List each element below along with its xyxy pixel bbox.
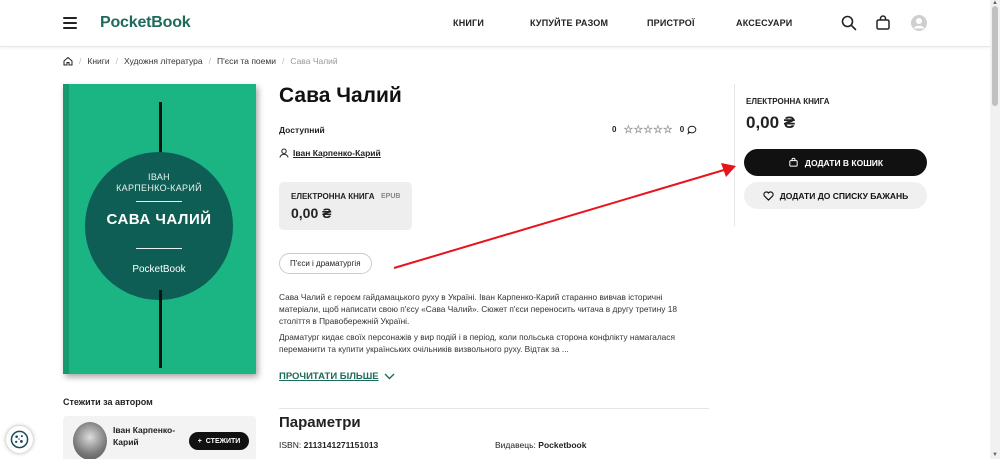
scrollbar-thumb[interactable] [992, 6, 998, 106]
param-isbn-label: ISBN: [279, 440, 302, 450]
cover-stripe-bottom [159, 290, 162, 368]
site-header: PocketBook КНИГИ КУПУЙТЕ РАЗОМ ПРИСТРОЇ … [0, 0, 990, 47]
param-publisher-label: Видавець: [495, 440, 536, 450]
cart-icon[interactable] [874, 14, 892, 32]
cover-stripe-top [159, 102, 162, 154]
book-cover[interactable]: ІВАН КАРПЕНКО-КАРИЙ САВА ЧАЛИЙ PocketBoo… [63, 84, 256, 374]
params-heading: Параметри [279, 414, 361, 431]
nav-devices[interactable]: ПРИСТРОЇ [647, 18, 695, 28]
menu-icon[interactable] [63, 17, 77, 29]
nav-books[interactable]: КНИГИ [453, 18, 484, 28]
rating-block[interactable]: 0 ☆☆☆☆☆ 0 [612, 123, 697, 136]
param-publisher-value: Pocketbook [538, 440, 587, 450]
author-card-name[interactable]: Іван Карпенко-Карий [113, 424, 183, 448]
home-icon[interactable] [63, 56, 73, 66]
plus-icon: + [197, 437, 202, 445]
cover-divider [136, 201, 182, 202]
author-link[interactable]: Іван Карпенко-Карий [279, 148, 381, 158]
genre-tag[interactable]: П'єси і драматургія [279, 253, 372, 274]
site-logo[interactable]: PocketBook [100, 14, 191, 32]
param-isbn: ISBN: 2113141271151013 [279, 440, 378, 450]
breadcrumb-current: Сава Чалий [290, 56, 338, 66]
buy-panel-price: 0,00 ₴ [746, 113, 796, 132]
buy-panel-divider [734, 84, 735, 226]
breadcrumb-separator: / [208, 56, 211, 66]
breadcrumb-fiction[interactable]: Художня література [124, 56, 203, 66]
add-to-cart-button[interactable]: ДОДАТИ В КОШИК [744, 149, 927, 176]
comment-icon[interactable] [687, 125, 697, 135]
cover-divider [136, 248, 182, 249]
breadcrumb-books[interactable]: Книги [87, 56, 109, 66]
cookie-settings-button[interactable] [6, 426, 33, 453]
product-title: Сава Чалий [279, 84, 402, 107]
availability-status: Доступний [279, 125, 325, 135]
user-avatar-icon[interactable] [910, 14, 928, 32]
follow-button-label: СТЕЖИТИ [205, 437, 241, 445]
heart-icon [763, 190, 774, 201]
buy-panel-format: ЕЛЕКТРОННА КНИГА [746, 97, 830, 106]
rating-stars[interactable]: ☆☆☆☆☆ [623, 123, 672, 136]
follow-button[interactable]: + СТЕЖИТИ [189, 432, 249, 450]
format-option-ebook[interactable]: ЕЛЕКТРОННА КНИГА EPUB 0,00 ₴ [279, 182, 412, 230]
cookie-icon [10, 430, 29, 449]
cover-title: САВА ЧАЛИЙ [106, 211, 212, 228]
breadcrumb-separator: / [115, 56, 118, 66]
breadcrumb-separator: / [79, 56, 82, 66]
format-price: 0,00 ₴ [291, 205, 332, 221]
chevron-down-icon [384, 373, 395, 380]
page-scrollbar[interactable]: ▲ ▼ [990, 0, 1000, 459]
follow-author-heading: Стежити за автором [63, 397, 153, 407]
format-type: EPUB [381, 193, 401, 200]
cover-publisher: PocketBook [132, 264, 186, 275]
nav-buy-together[interactable]: КУПУЙТЕ РАЗОМ [530, 18, 608, 28]
cover-author-last: КАРПЕНКО-КАРИЙ [116, 183, 202, 193]
section-divider [279, 408, 709, 409]
cover-spine [63, 84, 69, 374]
format-label: ЕЛЕКТРОННА КНИГА [291, 192, 375, 201]
param-isbn-value: 2113141271151013 [303, 440, 379, 450]
add-to-cart-label: ДОДАТИ В КОШИК [804, 157, 884, 168]
author-card: Іван Карпенко-Карий + СТЕЖИТИ [63, 416, 256, 459]
description-paragraph: Драматург кидає своїх персонажів у вир п… [279, 332, 675, 354]
add-to-wishlist-label: ДОДАТИ ДО СПИСКУ БАЖАНЬ [779, 190, 909, 201]
rating-value: 0 [612, 125, 617, 134]
user-icon [279, 148, 289, 158]
read-more-link[interactable]: ПРОЧИТАТИ БІЛЬШЕ [279, 371, 395, 382]
reviews-count: 0 [679, 125, 685, 134]
nav-accessories[interactable]: АКСЕСУАРИ [736, 18, 792, 28]
bag-icon [789, 157, 798, 167]
scroll-down-icon[interactable]: ▼ [992, 452, 998, 458]
description-paragraph: Сава Чалий є героєм гайдамацького руху в… [279, 292, 677, 326]
breadcrumb-separator: / [281, 56, 285, 66]
author-name: Іван Карпенко-Карий [293, 148, 381, 158]
breadcrumb-plays[interactable]: П'єси та поеми [217, 56, 276, 66]
search-icon[interactable] [840, 14, 858, 32]
author-photo[interactable] [73, 422, 107, 459]
read-more-label: ПРОЧИТАТИ БІЛЬШЕ [279, 371, 379, 382]
cover-author-first: ІВАН [148, 172, 170, 182]
breadcrumb: / Книги / Художня література / П'єси та … [63, 56, 338, 66]
add-to-wishlist-button[interactable]: ДОДАТИ ДО СПИСКУ БАЖАНЬ [744, 182, 927, 209]
param-publisher: Видавець: Pocketbook [495, 440, 586, 450]
